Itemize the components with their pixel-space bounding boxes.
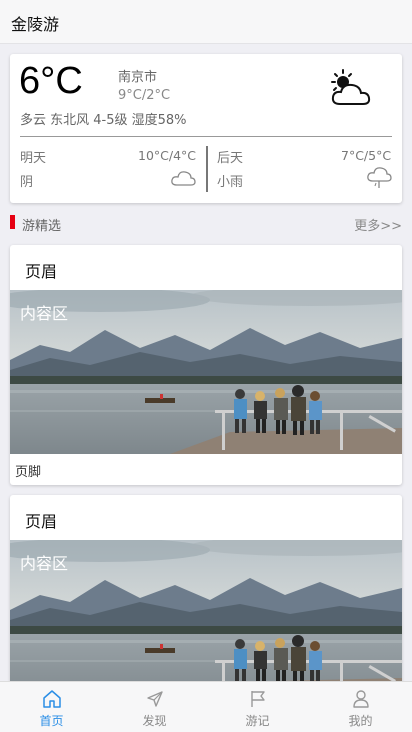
weather-divider [20, 136, 392, 137]
today-range: 9°C/2°C [118, 88, 171, 103]
rain-cloud-icon [367, 167, 392, 188]
user-icon [353, 690, 369, 708]
tab-profile[interactable]: 我的 [309, 682, 412, 732]
city-name: 南京市 [118, 70, 158, 85]
more-link[interactable]: 更多>> [354, 215, 402, 234]
section-title: 游精选 [22, 219, 62, 234]
tab-discover[interactable]: 发现 [103, 682, 206, 732]
tab-label: 发现 [142, 714, 167, 728]
forecast-cond-2: 小雨 [217, 175, 244, 190]
tab-home[interactable]: 首页 [0, 682, 103, 732]
feature-card[interactable]: 页眉 内容区 页脚 [10, 245, 402, 485]
card-image [10, 540, 402, 681]
card-footer: 页脚 [15, 465, 42, 480]
tab-label: 首页 [39, 714, 64, 728]
section-marker [10, 215, 15, 229]
partly-cloudy-icon [331, 69, 371, 105]
card-content-label: 内容区 [20, 554, 69, 573]
app-bar: 金陵游 [0, 0, 412, 44]
forecast-range-2: 7°C/5°C [341, 148, 392, 163]
tab-bar: 首页 发现 游记 我的 [0, 681, 412, 732]
current-temp: 6°C [19, 60, 83, 102]
section-header: 游精选 更多>> [10, 214, 402, 234]
tab-label: 游记 [245, 714, 270, 728]
card-header: 页眉 [25, 512, 58, 531]
card-content-label: 内容区 [20, 304, 69, 323]
weather-desc: 多云 东北风 4-5级 湿度58% [20, 113, 187, 128]
discover-icon [147, 691, 163, 707]
main-scroll[interactable]: 6°C 南京市 9°C/2°C 多云 东北风 4-5级 湿度58% 明天 10°… [0, 44, 412, 681]
forecast-range-1: 10°C/4°C [138, 148, 197, 163]
feature-card[interactable]: 页眉 内容区 [10, 495, 402, 681]
forecast-divider [206, 146, 208, 192]
forecast-day-2: 后天 [217, 151, 244, 166]
card-header: 页眉 [25, 262, 58, 281]
cloud-icon [171, 171, 196, 186]
home-icon [43, 690, 61, 708]
tab-label: 我的 [348, 714, 373, 728]
weather-card[interactable]: 6°C 南京市 9°C/2°C 多云 东北风 4-5级 湿度58% 明天 10°… [10, 54, 402, 203]
tab-journal[interactable]: 游记 [206, 682, 309, 732]
forecast-day-1: 明天 [20, 151, 47, 166]
flag-icon [251, 691, 265, 707]
app-title: 金陵游 [11, 15, 60, 34]
card-image [10, 290, 402, 454]
forecast-cond-1: 阴 [20, 175, 34, 190]
